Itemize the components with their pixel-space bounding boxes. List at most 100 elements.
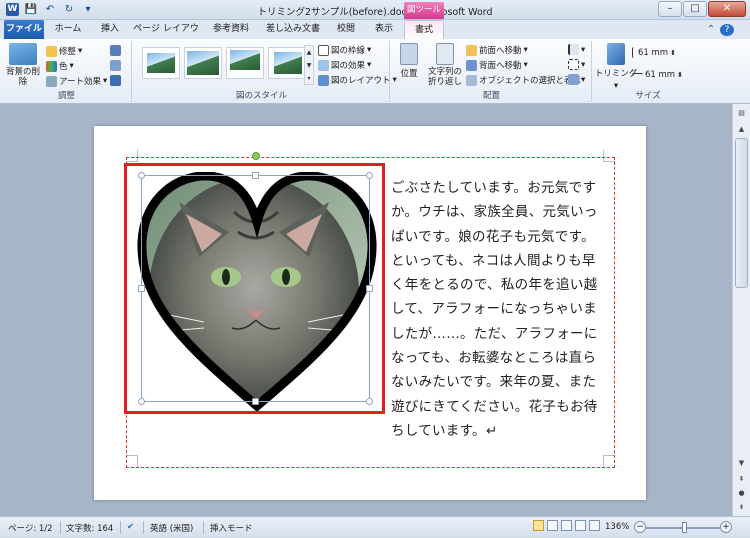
tab-view[interactable]: 表示 bbox=[366, 20, 402, 39]
change-picture-icon[interactable] bbox=[110, 60, 121, 71]
wrap-text-icon bbox=[436, 43, 454, 65]
title-bar: W 💾 ↶ ↻ ▾ トリミング2サンプル(before).docx - Micr… bbox=[0, 0, 750, 20]
selection-pane-icon bbox=[466, 74, 477, 86]
window-title: トリミング2サンプル(before).docx - Microsoft Word bbox=[257, 7, 493, 18]
group-icon[interactable]: ▾ bbox=[568, 59, 585, 70]
minimize-button[interactable]: – bbox=[658, 1, 682, 17]
word-count[interactable]: 文字数: 164 bbox=[66, 522, 113, 534]
text-line: なっても、お転婆なところは直ら bbox=[391, 350, 597, 367]
draft-view-icon[interactable] bbox=[589, 520, 600, 531]
zoom-out-icon[interactable]: − bbox=[634, 521, 646, 533]
crop-button[interactable]: トリミング ▾ bbox=[595, 43, 637, 91]
scroll-down-icon[interactable]: ▼ bbox=[734, 456, 749, 470]
page-count[interactable]: ページ: 1/2 bbox=[8, 522, 53, 534]
picture-layout-icon bbox=[318, 74, 329, 86]
close-button[interactable]: ✕ bbox=[708, 1, 746, 17]
resize-handle-t[interactable] bbox=[252, 172, 259, 179]
bring-forward-icon bbox=[466, 44, 477, 56]
text-line: したが……。ただ、アラフォーに bbox=[391, 325, 598, 342]
text-line: ごぶさたしています。お元気です bbox=[391, 180, 597, 196]
status-bar: ページ: 1/2 文字数: 164 ✔ 英語 (米国) 挿入モード 136% −… bbox=[0, 516, 750, 538]
print-layout-view-icon[interactable] bbox=[533, 520, 544, 531]
compress-pictures-icon[interactable] bbox=[110, 45, 121, 56]
height-field[interactable]: 61 mm ⬍ bbox=[632, 47, 676, 58]
color-label: 色 bbox=[59, 62, 68, 72]
resize-handle-l[interactable] bbox=[138, 285, 145, 292]
wrap-text-label: 文字列の折り返し bbox=[427, 67, 462, 87]
send-backward-button[interactable]: 背面へ移動 ▾ bbox=[466, 59, 528, 71]
rotate-icon[interactable]: ▾ bbox=[568, 74, 585, 85]
tab-mailings[interactable]: 差し込み文書 bbox=[262, 20, 324, 39]
resize-handle-tl[interactable] bbox=[138, 172, 145, 179]
minimize-ribbon-icon[interactable]: ⌃ bbox=[704, 20, 718, 39]
ruler-toggle-icon[interactable]: ▤ bbox=[734, 106, 749, 120]
remove-background-label: 背景の削除 bbox=[6, 67, 41, 87]
crop-icon bbox=[607, 43, 625, 65]
scroll-up-icon[interactable]: ▲ bbox=[734, 122, 749, 136]
zoom-slider-knob[interactable] bbox=[682, 522, 687, 533]
art-effects-button[interactable]: アート効果 ▾ bbox=[46, 75, 107, 87]
height-value[interactable]: 61 mm bbox=[638, 48, 668, 58]
resize-handle-tr[interactable] bbox=[366, 172, 373, 179]
vertical-scrollbar[interactable]: ▤ ▲ ▼ ⇞ ● ⇟ bbox=[732, 104, 750, 516]
width-value[interactable]: 61 mm bbox=[645, 70, 675, 80]
position-button[interactable]: 位置 bbox=[396, 43, 422, 79]
tab-home[interactable]: ホーム bbox=[48, 20, 88, 39]
scroll-thumb[interactable] bbox=[735, 138, 748, 288]
styles-gallery-scroll[interactable]: ▲ ▼ ▾ bbox=[304, 45, 314, 85]
text-line: ないみたいです。来年の夏、また bbox=[391, 374, 597, 391]
picture-effects-button[interactable]: 図の効果 ▾ bbox=[318, 59, 371, 71]
art-effects-label: アート効果 bbox=[59, 77, 101, 87]
zoom-in-icon[interactable]: + bbox=[720, 521, 732, 533]
picture-style-3[interactable] bbox=[226, 47, 264, 79]
resize-handle-b[interactable] bbox=[252, 398, 259, 405]
zoom-level[interactable]: 136% bbox=[605, 522, 629, 532]
reset-picture-icon[interactable] bbox=[110, 75, 121, 86]
align-icon[interactable]: ▾ bbox=[568, 44, 585, 55]
tab-references[interactable]: 参考資料 bbox=[206, 20, 256, 39]
picture-style-4[interactable] bbox=[268, 47, 306, 79]
next-page-icon[interactable]: ⇟ bbox=[734, 500, 749, 514]
picture-layout-button[interactable]: 図のレイアウト ▾ bbox=[318, 74, 397, 86]
tab-insert[interactable]: 挿入 bbox=[92, 20, 128, 39]
tab-review[interactable]: 校閲 bbox=[330, 20, 362, 39]
corrections-icon bbox=[46, 45, 57, 57]
ribbon-tabs: ファイル ホーム 挿入 ページ レイアウト 参考資料 差し込み文書 校閲 表示 … bbox=[0, 20, 750, 53]
tab-page-layout[interactable]: ページ レイアウト bbox=[130, 20, 202, 53]
width-field[interactable]: 61 mm ⬍ bbox=[632, 70, 683, 80]
full-screen-reading-icon[interactable] bbox=[547, 520, 558, 531]
picture-border-button[interactable]: 図の枠線 ▾ bbox=[318, 44, 371, 56]
spelling-check-icon[interactable]: ✔ bbox=[127, 522, 134, 532]
position-label: 位置 bbox=[400, 69, 418, 79]
rotate-handle[interactable] bbox=[252, 152, 260, 160]
text-line: 遊びにきてください。花子もお待 bbox=[391, 398, 598, 415]
wrap-text-button[interactable]: 文字列の折り返し bbox=[424, 43, 466, 87]
status-separator bbox=[143, 521, 144, 534]
document-body-text[interactable]: ごぶさたしています。お元気です か。ウチは、家族全員、元気いっ ぱいです。娘の花… bbox=[391, 176, 607, 443]
selection-pane-label: オブジェクトの選択と表示 bbox=[479, 76, 582, 86]
picture-style-1[interactable] bbox=[142, 47, 180, 79]
web-layout-icon[interactable] bbox=[561, 520, 572, 531]
maximize-button[interactable]: □ bbox=[683, 1, 707, 17]
previous-page-icon[interactable]: ⇞ bbox=[734, 472, 749, 486]
tab-file[interactable]: ファイル bbox=[4, 20, 44, 39]
insert-mode[interactable]: 挿入モード bbox=[210, 522, 253, 534]
resize-handle-br[interactable] bbox=[366, 398, 373, 405]
selection-pane-button[interactable]: オブジェクトの選択と表示 bbox=[466, 74, 581, 86]
remove-background-button[interactable]: 背景の削除 bbox=[6, 43, 40, 87]
tab-format[interactable]: 書式 bbox=[404, 20, 444, 39]
resize-handle-r[interactable] bbox=[366, 285, 373, 292]
language-indicator[interactable]: 英語 (米国) bbox=[150, 522, 193, 534]
picture-style-2[interactable] bbox=[184, 47, 222, 79]
outline-view-icon[interactable] bbox=[575, 520, 586, 531]
picture-effects-label: 図の効果 bbox=[331, 61, 366, 71]
text-line: ぱいです。娘の花子も元気です。 bbox=[391, 228, 595, 245]
corrections-button[interactable]: 修整 ▾ bbox=[46, 45, 82, 57]
bring-forward-button[interactable]: 前面へ移動 ▾ bbox=[466, 44, 528, 56]
status-separator bbox=[203, 521, 204, 534]
resize-handle-bl[interactable] bbox=[138, 398, 145, 405]
color-button[interactable]: 色 ▾ bbox=[46, 60, 74, 72]
browse-object-icon[interactable]: ● bbox=[734, 486, 749, 500]
status-separator bbox=[120, 521, 121, 534]
help-icon[interactable]: ? bbox=[720, 24, 734, 36]
